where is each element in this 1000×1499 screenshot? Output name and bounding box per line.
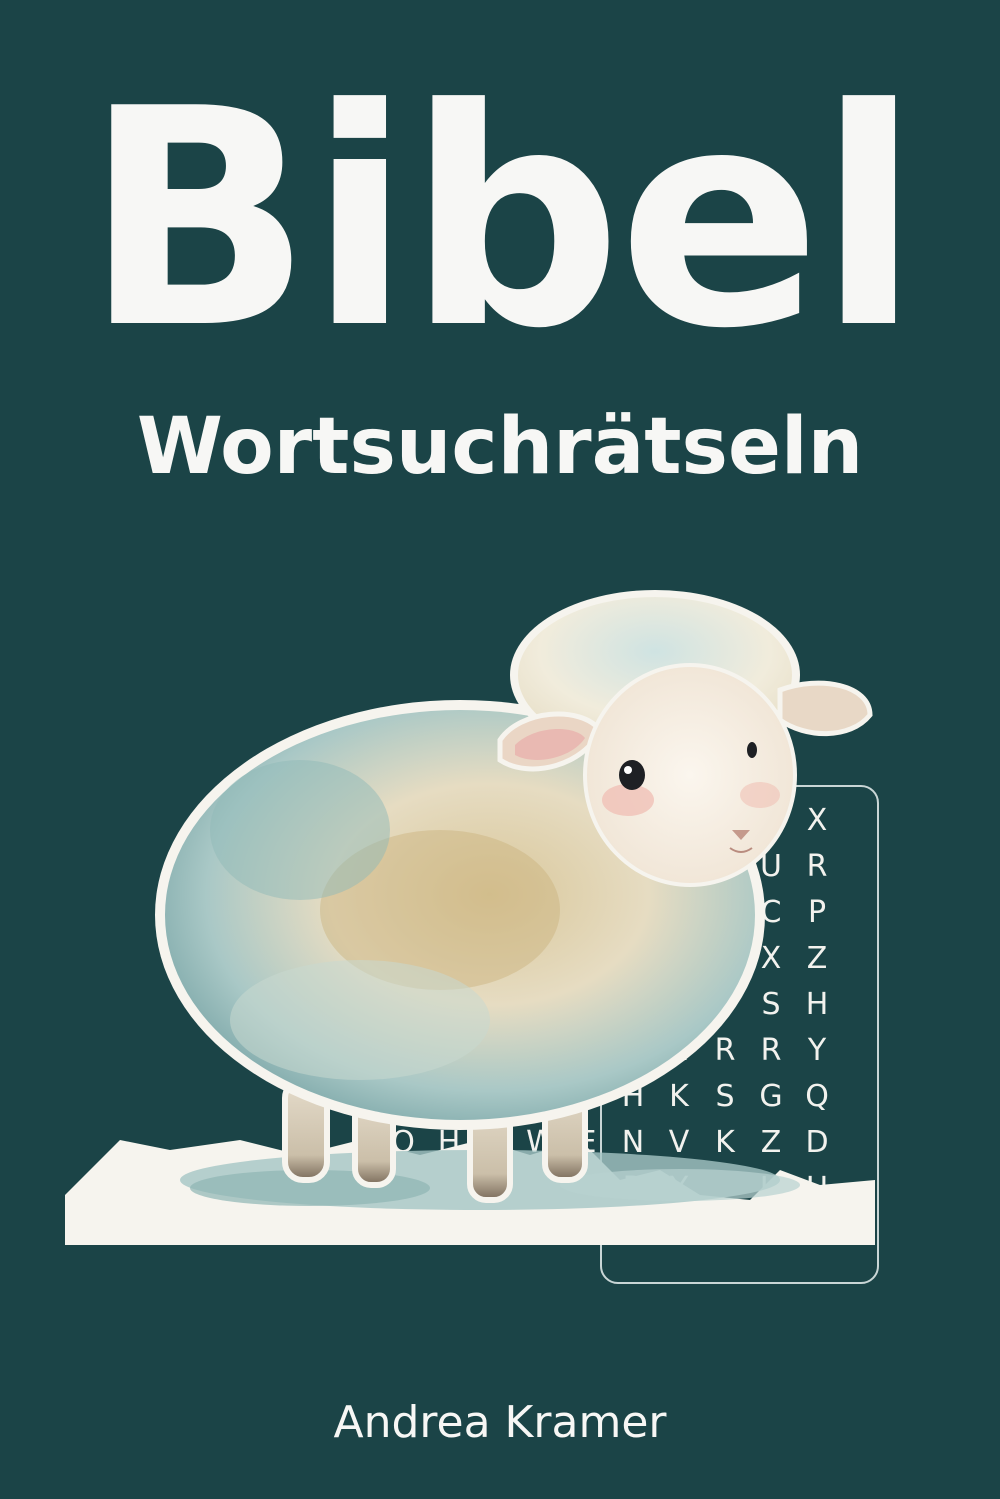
book-title: Bibel xyxy=(83,45,921,394)
book-subtitle: Wortsuchrätseln xyxy=(136,402,864,492)
book-cover: Bibel Wortsuchrätseln HXDURRHCPGFXZDFSHB… xyxy=(0,0,1000,1499)
sheep-illustration xyxy=(65,590,875,1245)
author-name: Andrea Kramer xyxy=(333,1397,667,1448)
